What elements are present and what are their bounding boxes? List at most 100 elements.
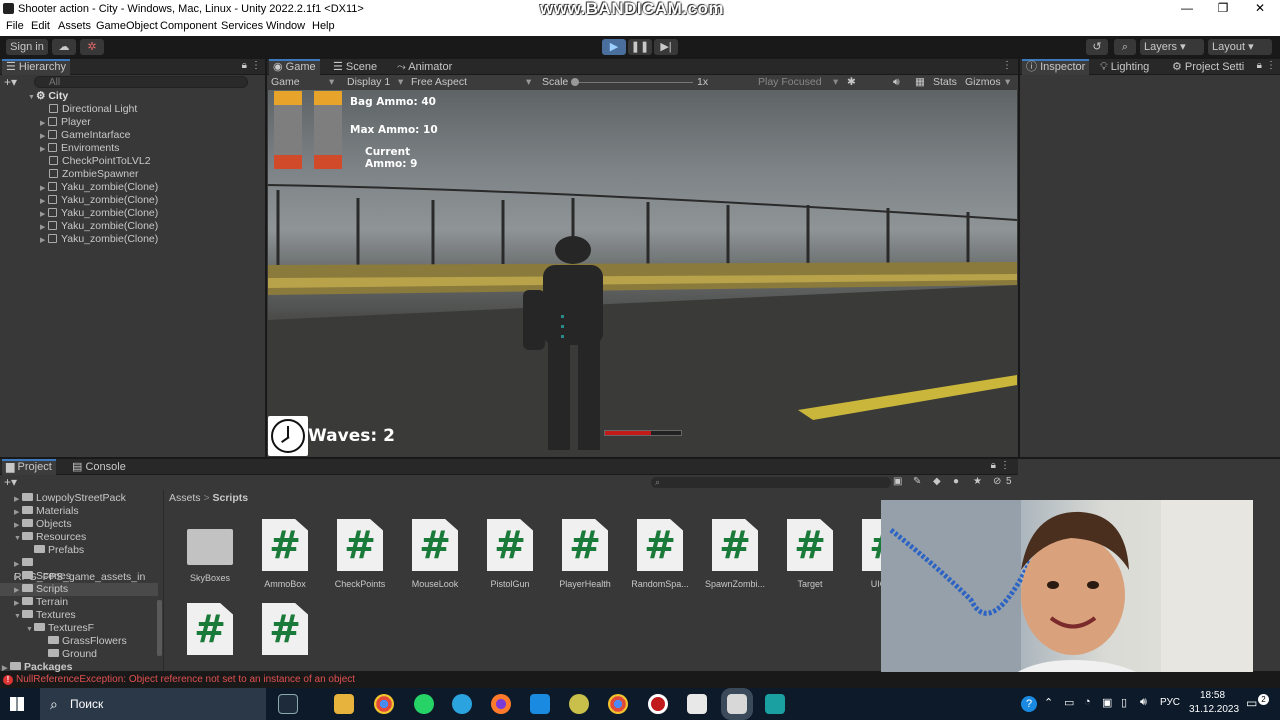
filter-label-icon[interactable]: ✎ xyxy=(913,476,921,487)
asset-folder[interactable]: SkyBoxes xyxy=(175,521,245,583)
expand-arrow-icon[interactable]: ▼ xyxy=(14,610,22,623)
notification-icon[interactable]: ▭ xyxy=(1246,696,1257,710)
network-icon[interactable]: ▯ xyxy=(1121,696,1127,709)
tray-app-icon[interactable]: ▣ xyxy=(1102,696,1112,709)
windows-start-icon[interactable] xyxy=(10,697,24,711)
tray-app-icon[interactable]: ▭ xyxy=(1064,696,1074,709)
menu-file[interactable]: File xyxy=(6,20,24,32)
asset-script[interactable]: # SpawnZombi... xyxy=(700,519,770,589)
tree-scrollbar[interactable] xyxy=(157,600,162,656)
collapsed-arrow-icon[interactable]: ▶ xyxy=(40,234,48,247)
step-button[interactable]: ▶| xyxy=(654,39,678,55)
hierarchy-item[interactable]: ▶ Yaku_zombie(Clone) xyxy=(0,220,265,233)
more-icon[interactable]: ⋮ xyxy=(1266,60,1276,71)
tab-project[interactable]: ▆ Project xyxy=(2,459,56,475)
asset-script[interactable]: # MouseLook xyxy=(400,519,470,589)
breadcrumb-scripts[interactable]: Scripts xyxy=(213,492,249,504)
favorite-icon[interactable]: ★ xyxy=(973,476,982,487)
asset-script[interactable]: # xyxy=(250,603,320,655)
folder-item[interactable]: ▼ TexturesF xyxy=(26,622,94,635)
folder-item[interactable]: ▶ LowpolyStreetPack xyxy=(14,492,126,505)
hierarchy-item[interactable]: ▶ Player xyxy=(0,116,265,129)
folder-item[interactable]: ▶ Scenes xyxy=(14,570,71,583)
collab-icon[interactable]: ✲ xyxy=(80,39,104,55)
hierarchy-item[interactable]: ▶ GameIntarface xyxy=(0,129,265,142)
app-icon[interactable] xyxy=(569,694,589,714)
gizmos-dropdown[interactable]: Gizmos xyxy=(965,75,1001,90)
status-bar[interactable]: ! NullReferenceException: Object referen… xyxy=(0,672,1280,688)
layers-dropdown[interactable]: Layers ▾ xyxy=(1140,39,1204,55)
asset-script[interactable]: # PlayerHealth xyxy=(550,519,620,589)
close-button[interactable]: ✕ xyxy=(1242,0,1278,18)
cloud-icon[interactable]: ☁ xyxy=(52,39,76,55)
menu-gameobject[interactable]: GameObject xyxy=(96,20,158,32)
breadcrumb-assets[interactable]: Assets xyxy=(169,492,201,504)
telegram-icon[interactable] xyxy=(452,694,472,714)
task-view-icon[interactable] xyxy=(278,694,298,714)
hierarchy-search-input[interactable]: All xyxy=(34,76,248,88)
mute-audio-icon[interactable]: 🔊︎ xyxy=(893,75,900,90)
grid-icon[interactable]: ▦ xyxy=(915,75,925,90)
hierarchy-item[interactable]: ▶ Enviroments xyxy=(0,142,265,155)
tag-icon[interactable]: ◆ xyxy=(933,476,941,487)
filter-type-icon[interactable]: ▣ xyxy=(893,476,902,487)
scale-slider-thumb[interactable] xyxy=(571,78,579,86)
hierarchy-item[interactable]: CheckPointToLVL2 xyxy=(0,155,265,168)
hierarchy-item[interactable]: ZombieSpawner xyxy=(0,168,265,181)
file-explorer-icon[interactable] xyxy=(334,694,354,714)
game-mode-dropdown[interactable]: Game xyxy=(271,75,300,90)
tab-animator[interactable]: ⤳ Animator xyxy=(393,59,456,75)
info-icon[interactable]: ● xyxy=(953,476,959,487)
error-message[interactable]: NullReferenceException: Object reference… xyxy=(16,672,355,688)
tab-game[interactable]: ◉ Game xyxy=(269,59,320,75)
game-viewport[interactable]: Bag Ammo: 40 Max Ammo: 10 Current Ammo: … xyxy=(268,90,1017,456)
lock-icon[interactable]: 🔒︎ xyxy=(242,60,247,71)
folder-item[interactable]: ▶ Materials xyxy=(14,505,79,518)
bug-icon[interactable]: ✱ xyxy=(847,75,856,90)
expand-arrow-icon[interactable]: ▼ xyxy=(14,532,22,545)
unity-editor-icon[interactable] xyxy=(721,688,753,720)
asset-script[interactable]: # Target xyxy=(775,519,845,589)
chrome-profile-icon[interactable] xyxy=(608,694,628,714)
clock-date[interactable]: 31.12.2023 xyxy=(1189,704,1239,715)
tab-hierarchy[interactable]: ☰ Hierarchy xyxy=(2,59,70,75)
help-icon[interactable]: ? xyxy=(1021,696,1037,712)
scene-root[interactable]: ▼⚙ City xyxy=(0,90,265,103)
bandicam-record-icon[interactable] xyxy=(648,694,668,714)
menu-edit[interactable]: Edit xyxy=(31,20,50,32)
tray-expand-icon[interactable]: ⌃ xyxy=(1044,696,1053,709)
tab-scene[interactable]: ☰ Scene xyxy=(329,59,381,75)
more-icon[interactable]: ⋮ xyxy=(251,60,261,71)
aspect-dropdown[interactable]: Free Aspect xyxy=(411,75,467,90)
lock-icon[interactable]: 🔒︎ xyxy=(1257,60,1262,71)
asset-script[interactable]: # CheckPoints xyxy=(325,519,395,589)
scale-slider[interactable] xyxy=(575,82,693,83)
hierarchy-item[interactable]: Directional Light xyxy=(0,103,265,116)
chrome-icon[interactable] xyxy=(374,694,394,714)
hierarchy-item[interactable]: ▶ Yaku_zombie(Clone) xyxy=(0,233,265,246)
hierarchy-item[interactable]: ▶ Yaku_zombie(Clone) xyxy=(0,207,265,220)
calculator-icon[interactable] xyxy=(530,694,550,714)
hierarchy-item[interactable]: ▶ Yaku_zombie(Clone) xyxy=(0,181,265,194)
play-button[interactable]: ▶ xyxy=(602,39,626,55)
hidden-packages-icon[interactable]: ⊘ xyxy=(993,476,1001,487)
folder-item[interactable]: Prefabs xyxy=(34,544,84,557)
tab-project-settings[interactable]: ⚙ Project Setti xyxy=(1168,59,1248,75)
maximize-button[interactable]: ❐ xyxy=(1205,0,1241,18)
folder-item[interactable]: ▼ Textures xyxy=(14,609,76,622)
volume-icon[interactable]: 🔊︎ xyxy=(1140,696,1147,709)
project-search-input[interactable]: ⌕ xyxy=(651,477,891,488)
folder-item[interactable]: ▶ Terrain xyxy=(14,596,68,609)
sign-in-button[interactable]: Sign in xyxy=(6,39,48,55)
taskbar-search-box[interactable]: ⌕ Поиск xyxy=(40,688,266,720)
display-dropdown[interactable]: Display 1 xyxy=(347,75,390,90)
asset-script[interactable]: # RandomSpa... xyxy=(625,519,695,589)
tray-app-icon[interactable]: ◔ xyxy=(1084,696,1091,708)
pause-button[interactable]: ❚❚ xyxy=(628,39,652,55)
more-icon[interactable]: ⋮ xyxy=(1002,60,1012,71)
tab-inspector[interactable]: ⓘ Inspector xyxy=(1022,59,1090,75)
menu-services[interactable]: Services xyxy=(221,20,263,32)
tab-lighting[interactable]: 💡︎ Lighting xyxy=(1096,59,1153,75)
create-asset-button[interactable]: +▾ xyxy=(4,476,17,488)
more-icon[interactable]: ⋮ xyxy=(1000,460,1010,471)
